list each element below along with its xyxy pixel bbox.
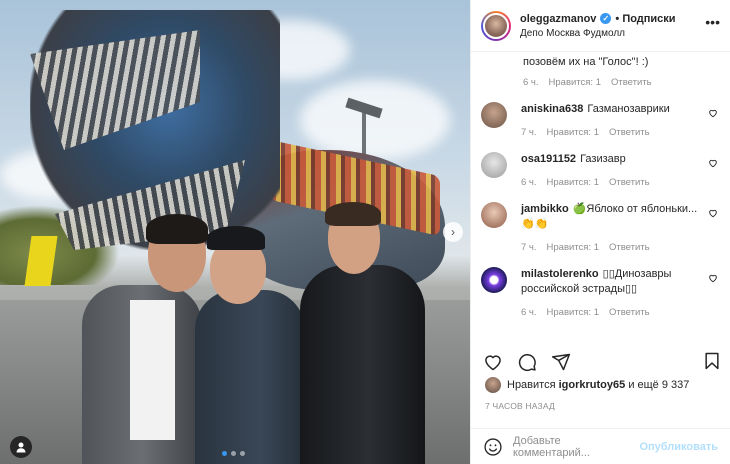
author-username[interactable]: oleggazmanov <box>520 13 596 25</box>
reply-button[interactable]: Ответить <box>609 242 650 253</box>
commenter-username[interactable]: aniskina638 <box>521 103 583 115</box>
person-center-body <box>195 290 305 464</box>
comment-likes-count[interactable]: Нравится: 1 <box>547 307 599 318</box>
carousel-dot <box>240 451 245 456</box>
comment-text: Газманозаврики <box>587 103 670 115</box>
person-left-hair <box>146 214 208 244</box>
reply-button[interactable]: Ответить <box>611 77 652 88</box>
heart-icon[interactable] <box>708 108 718 118</box>
comment-likes-count[interactable]: Нравится: 1 <box>547 127 599 138</box>
reply-button[interactable]: Ответить <box>609 177 650 188</box>
commenter-username[interactable]: milastolerenko <box>521 268 599 280</box>
action-bar <box>471 341 730 373</box>
like-heart-icon[interactable] <box>483 352 503 372</box>
liker-avatar <box>485 377 501 393</box>
commenter-avatar[interactable] <box>481 267 507 293</box>
post-actions-section: Нравится igorkrutoy65 и ещё 9 337 7 ЧАСО… <box>471 341 730 459</box>
reply-button[interactable]: Ответить <box>609 307 650 318</box>
carousel-dot <box>231 451 236 456</box>
cloud <box>300 80 450 160</box>
post-side-panel: oleggazmanov ✓ • Подписки Депо Москва Фу… <box>470 0 730 464</box>
likes-prefix: Нравится <box>507 379 556 391</box>
caption-text: позовём их на "Голос"! :) <box>523 56 649 68</box>
comment-time: 6 ч. <box>521 177 537 188</box>
likes-summary[interactable]: Нравится igorkrutoy65 и ещё 9 337 <box>471 373 730 393</box>
comment-time: 6 ч. <box>523 77 539 88</box>
user-icon <box>16 442 26 453</box>
comment-item: jambikko 🍏Яблоко от яблоньки...👏👏 7 ч. Нр… <box>481 202 720 253</box>
person-center-cap <box>207 226 265 250</box>
comment-item: aniskina638 Газманозаврики 7 ч. Нравится:… <box>481 102 720 138</box>
comments-list[interactable]: позовём их на "Голос"! :) 6 ч. Нравится:… <box>471 53 730 341</box>
comment-time: 7 ч. <box>521 127 537 138</box>
comment-item: milastolerenko ▯▯Динозавры российской эст… <box>481 267 720 318</box>
comment-likes-count[interactable]: Нравится: 1 <box>547 177 599 188</box>
commenter-avatar[interactable] <box>481 102 507 128</box>
share-direct-icon[interactable] <box>551 352 571 372</box>
comment-time: 7 ч. <box>521 242 537 253</box>
comment-likes-count[interactable]: Нравится: 1 <box>547 242 599 253</box>
comment-time: 6 ч. <box>521 307 537 318</box>
carousel-indicator <box>222 451 245 456</box>
post-header: oleggazmanov ✓ • Подписки Депо Москва Фу… <box>471 0 730 52</box>
publish-button[interactable]: Опубликовать <box>639 441 718 453</box>
commenter-avatar[interactable] <box>481 152 507 178</box>
comment-bubble-icon[interactable] <box>517 352 537 372</box>
comment-item: osa191152 Газизавр 6 ч. Нравится: 1 Ответ… <box>481 152 720 188</box>
likes-count[interactable]: и ещё 9 337 <box>628 379 689 391</box>
next-photo-button[interactable]: › <box>443 222 463 242</box>
reply-button[interactable]: Ответить <box>609 127 650 138</box>
post-photo[interactable]: › <box>0 0 470 464</box>
comment-input[interactable]: Добавьте комментарий... <box>513 435 639 459</box>
comment-likes-count[interactable]: Нравится: 1 <box>549 77 601 88</box>
commenter-avatar[interactable] <box>481 202 507 228</box>
heart-icon[interactable] <box>708 208 718 218</box>
following-button[interactable]: • Подписки <box>615 13 675 25</box>
bookmark-icon[interactable] <box>702 351 722 371</box>
chevron-right-icon: › <box>451 225 455 239</box>
post-timestamp[interactable]: 7 ЧАСОВ НАЗАД <box>471 393 730 411</box>
caption-continued: позовём их на "Голос"! :) 6 ч. Нравится:… <box>481 53 720 88</box>
author-avatar[interactable] <box>481 10 511 41</box>
person-right-hair <box>325 202 381 226</box>
comment-text: Газизавр <box>580 153 626 165</box>
add-comment-bar: Добавьте комментарий... Опубликовать <box>471 428 730 464</box>
heart-icon[interactable] <box>708 273 718 283</box>
commenter-username[interactable]: osa191152 <box>521 153 576 165</box>
liker-username[interactable]: igorkrutoy65 <box>559 379 626 391</box>
carousel-dot-active <box>222 451 227 456</box>
tagged-users-button[interactable] <box>10 436 32 458</box>
person-right-body <box>300 265 425 464</box>
emoji-icon[interactable] <box>483 437 503 457</box>
more-horizontal-icon[interactable]: ••• <box>705 14 720 30</box>
post-location[interactable]: Депо Москва Фудмолл <box>520 28 676 39</box>
heart-icon[interactable] <box>708 158 718 168</box>
commenter-username[interactable]: jambikko <box>521 203 569 215</box>
verified-badge-icon: ✓ <box>600 13 612 24</box>
person-left-shirt <box>130 300 175 440</box>
